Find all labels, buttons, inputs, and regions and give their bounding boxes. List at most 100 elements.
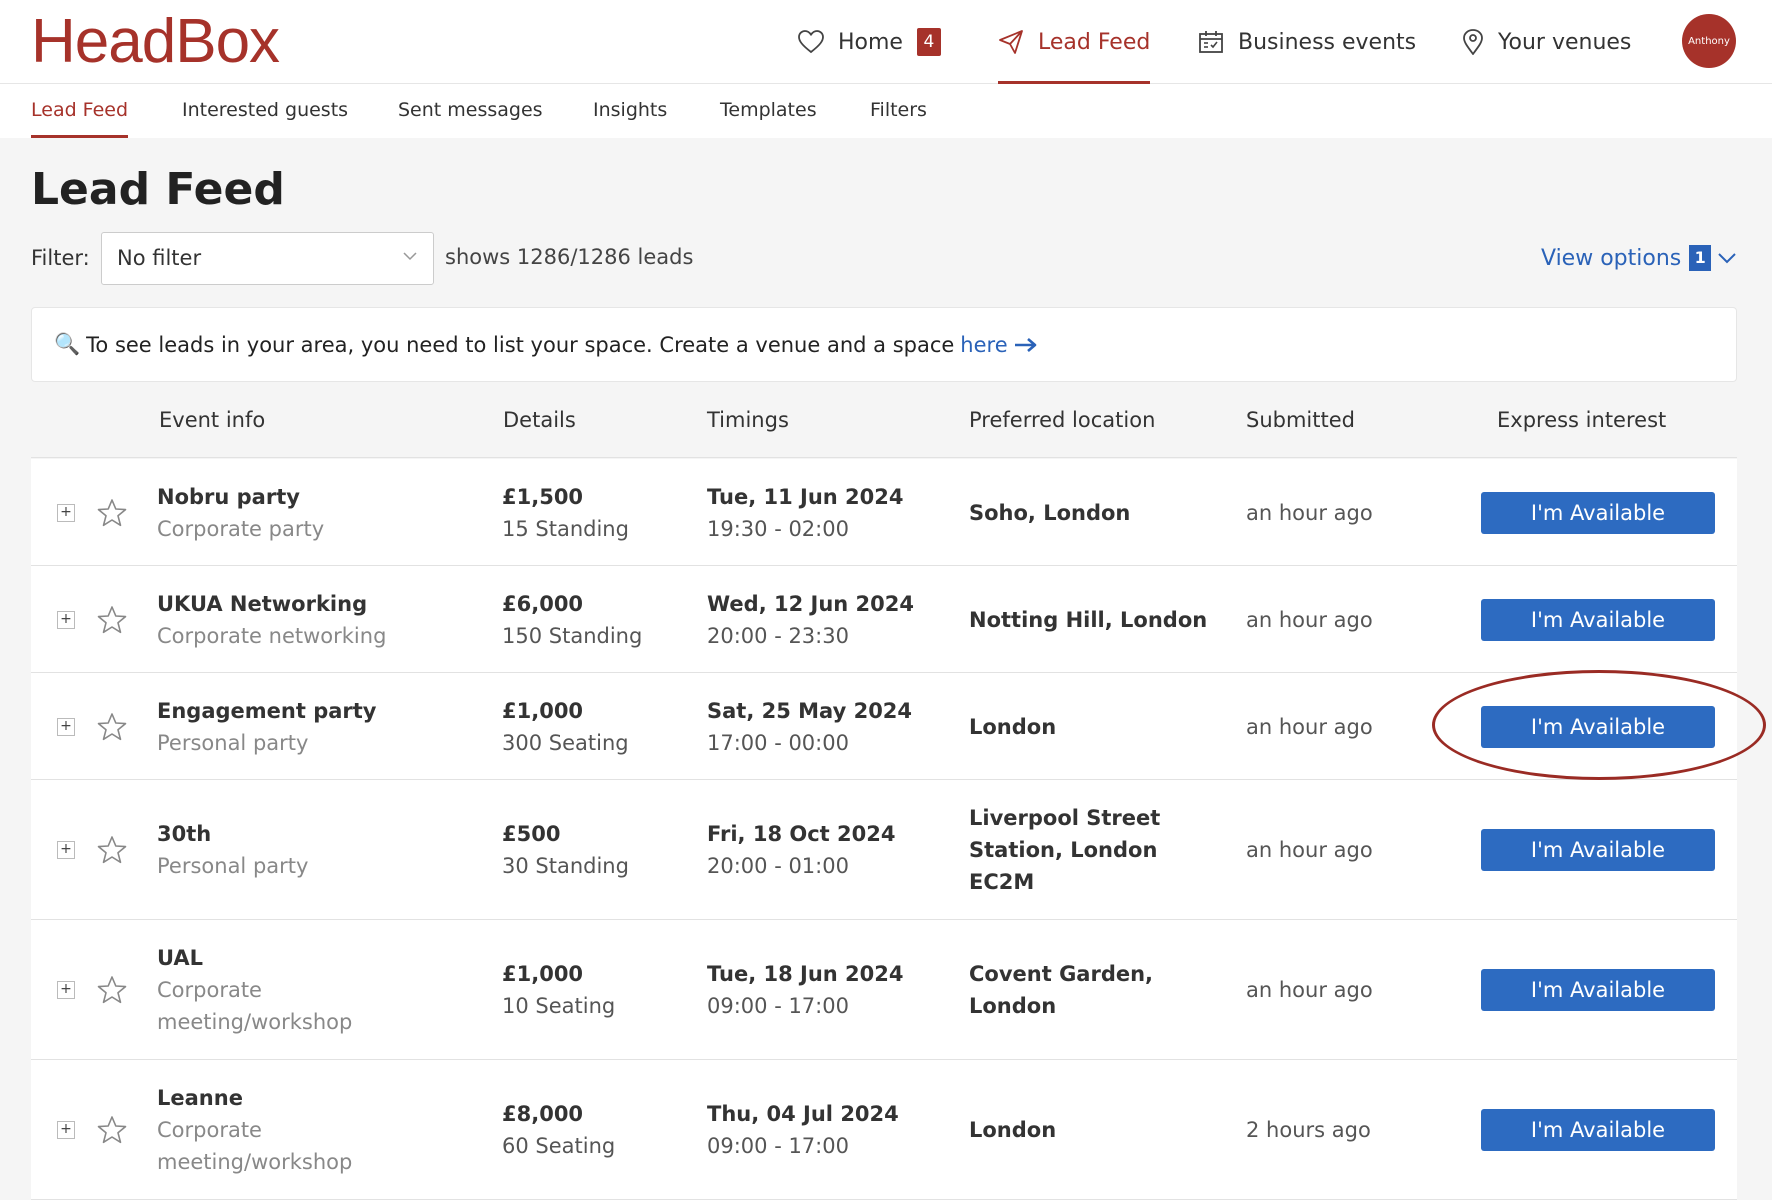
table-row[interactable]: + UKUA Networking Corporate networking £6,0… — [31, 566, 1737, 673]
table-row[interactable]: + Leanne Corporate meeting/workshop £8,000 60… — [31, 1060, 1737, 1200]
im-available-button[interactable]: I'm Available — [1481, 1109, 1715, 1151]
event-type: Corporate party — [157, 516, 325, 541]
preferred-location: London — [969, 1114, 1056, 1146]
star-icon[interactable] — [97, 498, 127, 532]
event-timings: Tue, 11 Jun 2024 19:30 - 02:00 — [707, 481, 904, 545]
calendar-check-icon — [1199, 31, 1223, 53]
event-guests: 300 Seating — [502, 730, 629, 755]
location-line: EC2M — [969, 870, 1035, 894]
event-guests: 15 Standing — [502, 516, 629, 541]
notice-text: To see leads in your area, you need to l… — [86, 332, 955, 357]
event-timings: Tue, 18 Jun 2024 09:00 - 17:00 — [707, 958, 904, 1022]
star-icon[interactable] — [97, 712, 127, 746]
submitted-time: 2 hours ago — [1246, 1118, 1371, 1142]
event-info: Leanne Corporate meeting/workshop — [157, 1082, 352, 1178]
event-budget: £1,000 — [502, 962, 584, 986]
event-time: 19:30 - 02:00 — [707, 516, 849, 541]
location-line: Liverpool Street — [969, 806, 1161, 830]
page-title: Lead Feed — [31, 164, 285, 215]
leads-count: shows 1286/1286 leads — [445, 245, 694, 269]
top-header: HeadBox Home 4 Lead Feed Business events… — [0, 0, 1772, 84]
nav-home[interactable]: Home 4 — [798, 0, 941, 84]
header-details: Details — [503, 408, 576, 432]
nav-home-label: Home — [838, 29, 903, 55]
event-info: Nobru party Corporate party — [157, 481, 324, 545]
event-info: UKUA Networking Corporate networking — [157, 588, 386, 652]
event-name: UKUA Networking — [157, 591, 368, 616]
event-timings: Sat, 25 May 2024 17:00 - 00:00 — [707, 695, 912, 759]
event-budget: £500 — [502, 822, 561, 846]
tab-sent-messages[interactable]: Sent messages — [398, 84, 543, 138]
preferred-location: Notting Hill, London — [969, 604, 1207, 636]
expand-row-button[interactable]: + — [57, 717, 75, 736]
table-row[interactable]: +30th Personal party £500 30 Standing Fri, 1… — [31, 780, 1737, 920]
expand-row-button[interactable]: + — [57, 610, 75, 629]
event-details: £500 30 Standing — [502, 818, 629, 882]
filter-select[interactable]: No filter — [101, 232, 434, 285]
event-timings: Fri, 18 Oct 2024 20:00 - 01:00 — [707, 818, 895, 882]
header-timings: Timings — [707, 408, 789, 432]
star-icon[interactable] — [97, 605, 127, 639]
event-time: 17:00 - 00:00 — [707, 730, 849, 755]
tab-insights[interactable]: Insights — [593, 84, 667, 138]
nav-your-venues-label: Your venues — [1498, 29, 1632, 55]
event-details: £6,000 150 Standing — [502, 588, 642, 652]
tab-interested-guests[interactable]: Interested guests — [182, 84, 348, 138]
event-details: £1,000 300 Seating — [502, 695, 629, 759]
im-available-button[interactable]: I'm Available — [1481, 829, 1715, 871]
event-time: 20:00 - 01:00 — [707, 854, 849, 878]
submitted-time: an hour ago — [1246, 714, 1373, 739]
location-line: London — [969, 714, 1057, 739]
location-line: London — [969, 1118, 1057, 1142]
preferred-location: Covent Garden, London — [969, 958, 1153, 1022]
table-row[interactable]: + UAL Corporate meeting/workshop £1,000 10 Se… — [31, 920, 1737, 1060]
view-options-toggle[interactable]: View options 1 — [1541, 245, 1737, 271]
event-details: £1,500 15 Standing — [502, 481, 629, 545]
event-timings: Thu, 04 Jul 2024 09:00 - 17:00 — [707, 1098, 899, 1162]
star-icon[interactable] — [97, 1115, 127, 1149]
filter-selected-value: No filter — [117, 246, 202, 270]
tab-filters[interactable]: Filters — [870, 84, 927, 138]
table-header: Event info Details Timings Preferred loc… — [31, 390, 1737, 458]
event-guests: 150 Standing — [502, 623, 643, 648]
event-info: UAL Corporate meeting/workshop — [157, 942, 352, 1038]
table-row[interactable]: + Nobru party Corporate party £1,500 15 Stan… — [31, 459, 1737, 566]
filter-label: Filter: — [31, 246, 90, 270]
event-name: Leanne — [157, 1086, 243, 1110]
event-guests: 10 Seating — [502, 994, 616, 1018]
im-available-button[interactable]: I'm Available — [1481, 969, 1715, 1011]
event-type: Corporate networking — [157, 623, 387, 648]
header-submitted: Submitted — [1246, 408, 1355, 432]
expand-row-button[interactable]: + — [57, 841, 75, 859]
event-name: 30th — [157, 822, 212, 846]
expand-row-button[interactable]: + — [57, 981, 75, 999]
location-line: London — [969, 994, 1057, 1018]
expand-row-button[interactable]: + — [57, 503, 75, 522]
event-type: Personal party — [157, 730, 309, 755]
star-icon[interactable] — [97, 835, 127, 869]
home-notification-badge: 4 — [916, 28, 941, 56]
expand-row-button[interactable]: + — [57, 1121, 75, 1139]
event-guests: 30 Standing — [502, 854, 629, 878]
arrow-right-icon[interactable] — [1014, 337, 1038, 353]
event-timings: Wed, 12 Jun 2024 20:00 - 23:30 — [707, 588, 914, 652]
event-date: Fri, 18 Oct 2024 — [707, 822, 896, 846]
im-available-button[interactable]: I'm Available — [1481, 491, 1715, 534]
im-available-button[interactable]: I'm Available — [1481, 598, 1715, 641]
tab-templates[interactable]: Templates — [720, 84, 817, 138]
event-budget: £6,000 — [502, 591, 584, 616]
header-express-interest: Express interest — [1497, 408, 1667, 432]
nav-business-events-label: Business events — [1238, 29, 1417, 55]
event-info: 30th Personal party — [157, 818, 308, 882]
tab-lead-feed[interactable]: Lead Feed — [31, 84, 129, 138]
nav-business-events[interactable]: Business events — [1198, 0, 1416, 84]
user-avatar[interactable]: Anthony — [1682, 14, 1736, 68]
headbox-logo[interactable]: HeadBox — [31, 8, 280, 76]
nav-lead-feed[interactable]: Lead Feed — [998, 0, 1151, 84]
star-icon[interactable] — [97, 975, 127, 1009]
nav-your-venues[interactable]: Your venues — [1462, 0, 1631, 84]
header-event-info: Event info — [159, 408, 266, 432]
event-type: meeting/workshop — [157, 1010, 353, 1034]
create-venue-link[interactable]: here — [960, 333, 1007, 357]
event-name: UAL — [157, 946, 204, 970]
